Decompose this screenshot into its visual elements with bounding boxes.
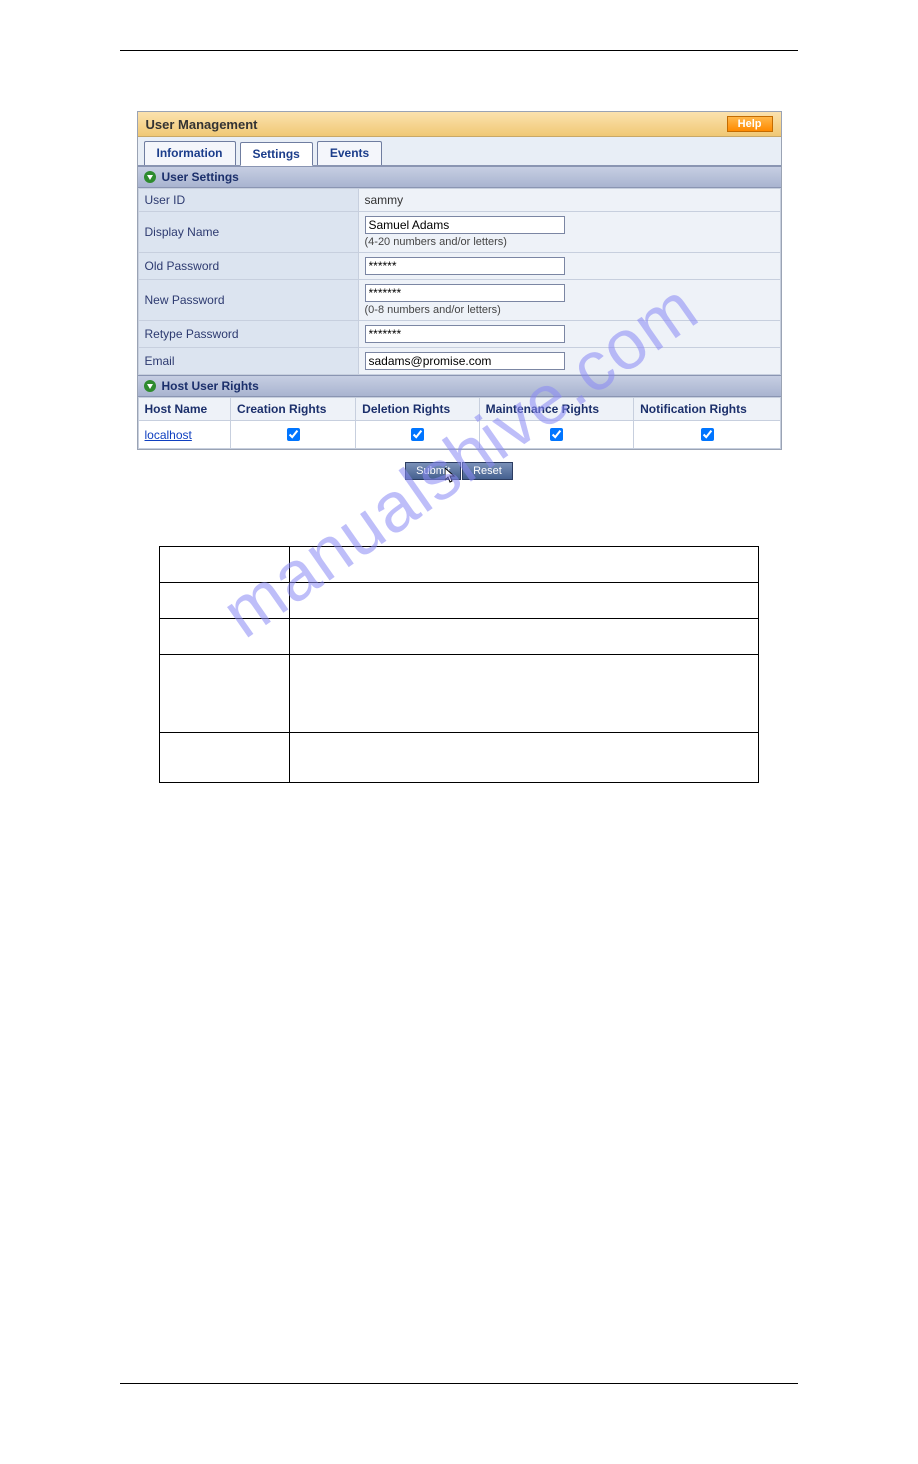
tab-information[interactable]: Information <box>144 141 236 165</box>
display-name-hint: (4-20 numbers and/or letters) <box>365 236 774 248</box>
host-link[interactable]: localhost <box>145 428 192 442</box>
reset-button[interactable]: Reset <box>462 462 513 480</box>
new-password-label: New Password <box>138 280 358 321</box>
tab-events[interactable]: Events <box>317 141 382 165</box>
col-maintenance: Maintenance Rights <box>479 398 633 421</box>
section-user-settings: User Settings <box>138 166 781 188</box>
user-settings-form: User ID sammy Display Name (4-20 numbers… <box>138 188 781 375</box>
new-password-input[interactable] <box>365 284 565 302</box>
col-notification: Notification Rights <box>634 398 780 421</box>
retype-password-input[interactable] <box>365 325 565 343</box>
maintenance-checkbox[interactable] <box>550 428 563 441</box>
email-input[interactable] <box>365 352 565 370</box>
host-rights-table: Host Name Creation Rights Deletion Right… <box>138 397 781 449</box>
user-id-value: sammy <box>358 189 780 212</box>
retype-password-label: Retype Password <box>138 321 358 348</box>
email-label: Email <box>138 348 358 375</box>
display-name-label: Display Name <box>138 212 358 253</box>
user-management-panel: User Management Help Information Setting… <box>137 111 782 450</box>
col-host: Host Name <box>138 398 231 421</box>
col-creation: Creation Rights <box>231 398 356 421</box>
document-table <box>159 546 759 783</box>
deletion-checkbox[interactable] <box>411 428 424 441</box>
display-name-input[interactable] <box>365 216 565 234</box>
help-button[interactable]: Help <box>727 116 773 132</box>
tab-bar: Information Settings Events <box>138 137 781 166</box>
new-password-hint: (0-8 numbers and/or letters) <box>365 304 774 316</box>
button-row: Submit Reset <box>0 450 918 486</box>
submit-button[interactable]: Submit <box>405 462 461 480</box>
creation-checkbox[interactable] <box>287 428 300 441</box>
table-header-row: Host Name Creation Rights Deletion Right… <box>138 398 780 421</box>
old-password-label: Old Password <box>138 253 358 280</box>
section-title: Host User Rights <box>162 379 259 393</box>
table-row: localhost <box>138 421 780 449</box>
panel-titlebar: User Management Help <box>138 112 781 137</box>
page-top-rule <box>120 50 798 51</box>
section-title: User Settings <box>162 170 239 184</box>
tab-settings[interactable]: Settings <box>240 142 313 166</box>
page-bottom-rule <box>120 1383 798 1384</box>
expand-icon[interactable] <box>144 171 156 183</box>
section-host-rights: Host User Rights <box>138 375 781 397</box>
col-deletion: Deletion Rights <box>356 398 480 421</box>
expand-icon[interactable] <box>144 380 156 392</box>
old-password-input[interactable] <box>365 257 565 275</box>
user-id-label: User ID <box>138 189 358 212</box>
notification-checkbox[interactable] <box>701 428 714 441</box>
panel-title: User Management <box>146 117 258 132</box>
